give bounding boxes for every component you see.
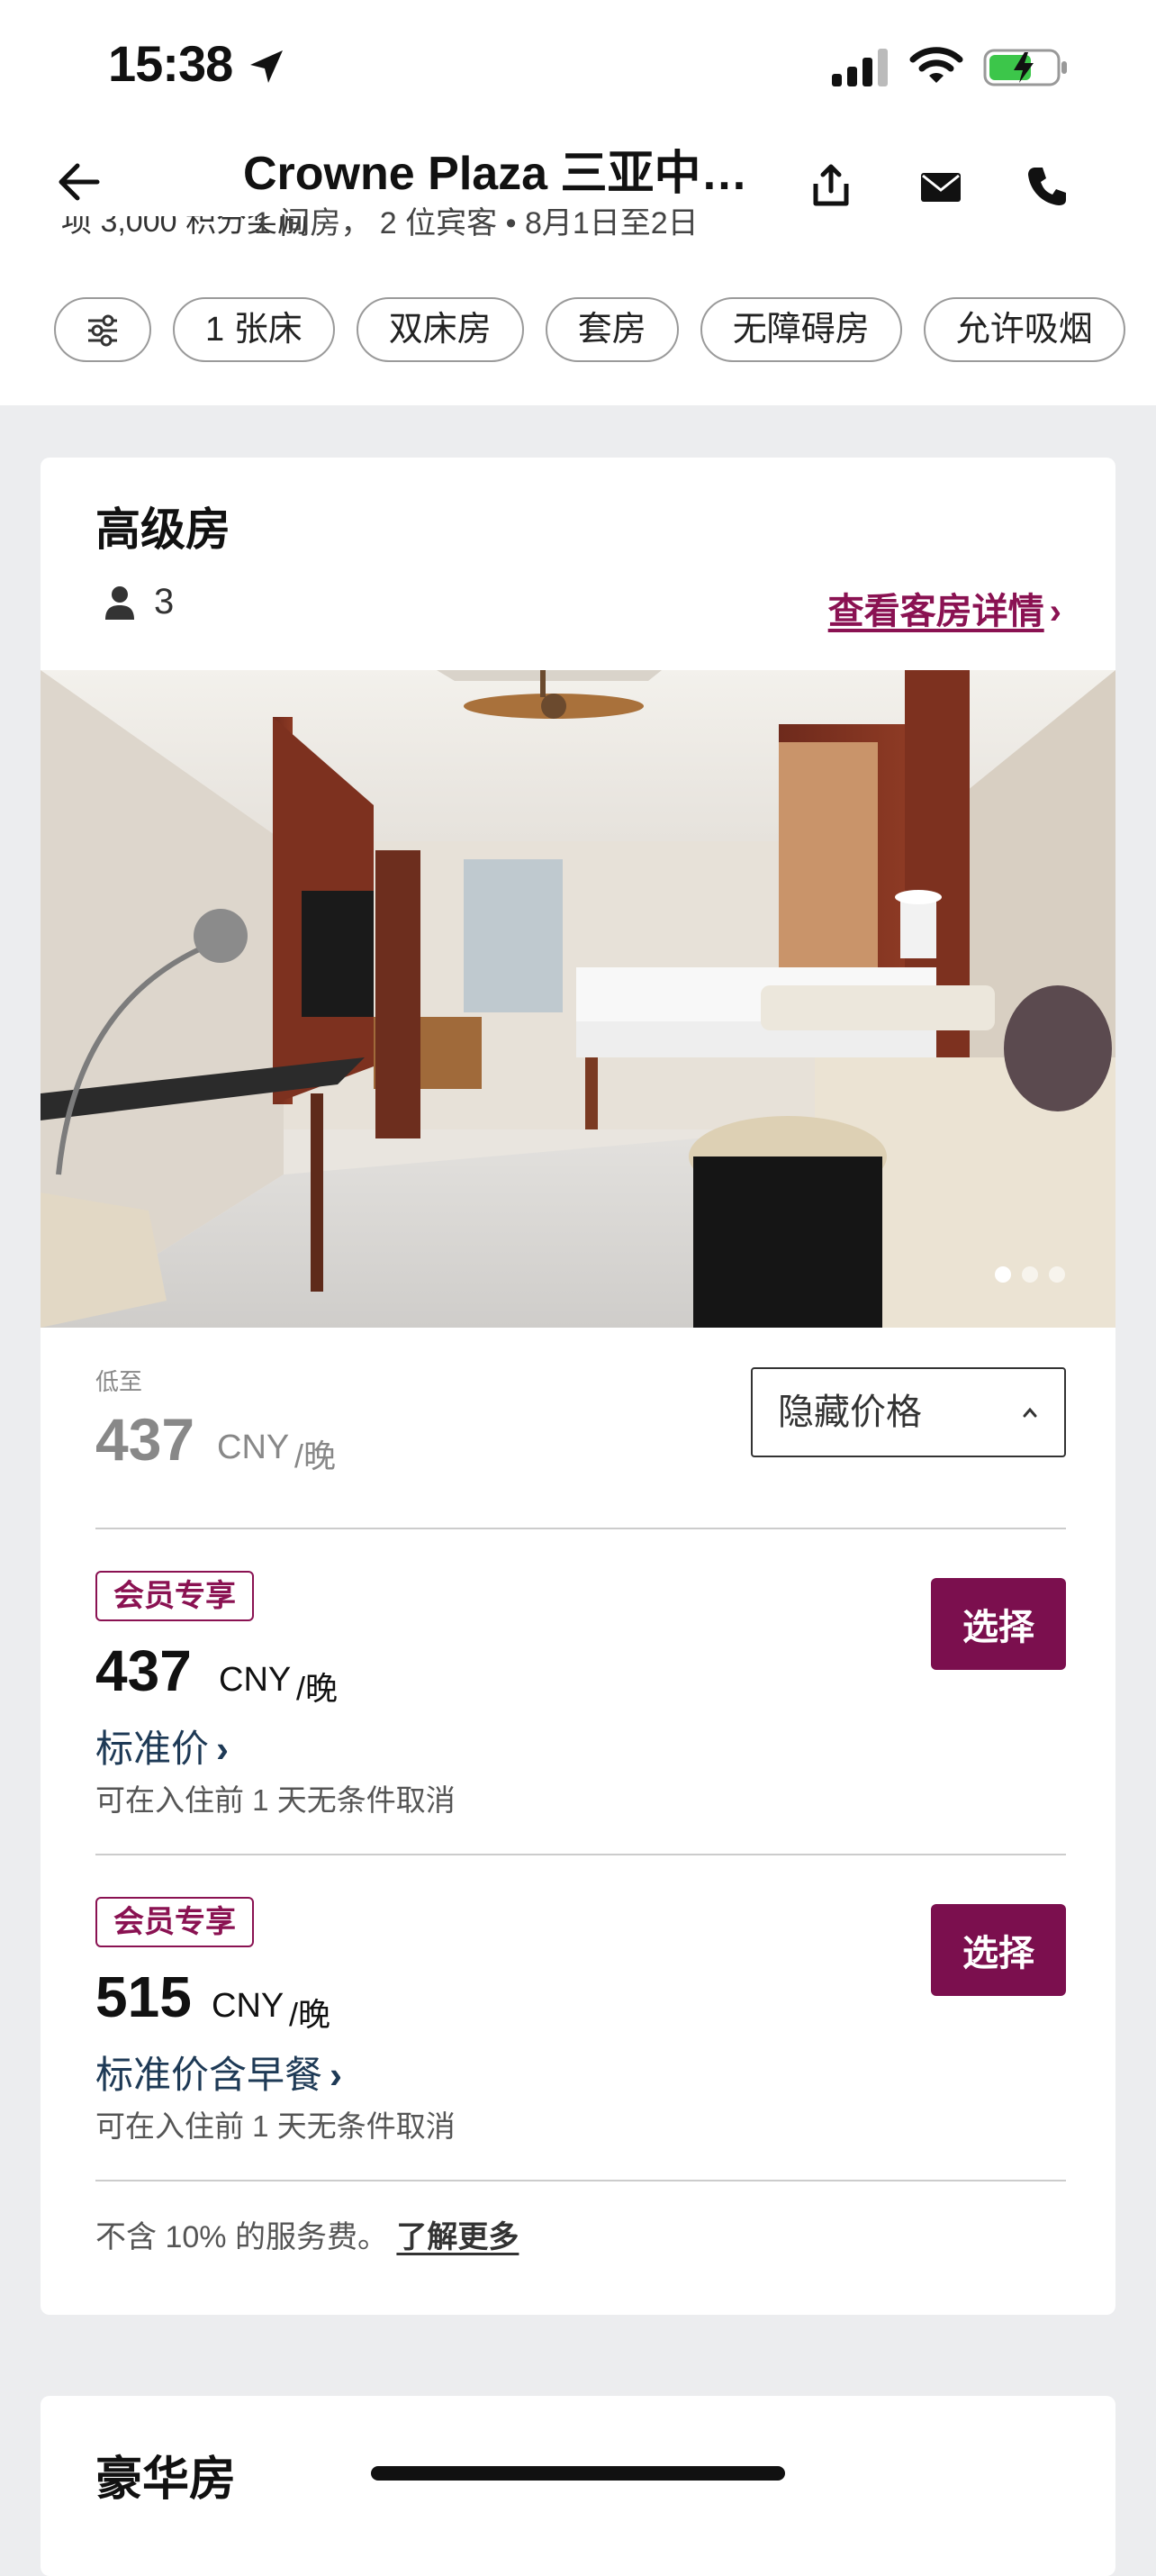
carousel-dot[interactable]: [1022, 1266, 1038, 1283]
room-details-link[interactable]: 查看客房详情 ›: [828, 582, 1061, 634]
service-fee-note: 不含 10% 的服务费。 了解更多: [95, 2212, 519, 2256]
member-exclusive-badge: 会员专享: [95, 1897, 254, 1947]
room-name: 豪华房: [95, 2454, 237, 2506]
hide-price-button[interactable]: 隐藏价格: [751, 1367, 1066, 1457]
learn-more-link[interactable]: 了解更多: [396, 2220, 519, 2254]
carousel-dots[interactable]: [995, 1266, 1076, 1287]
battery-charging-icon: [983, 49, 1067, 86]
rate-per-night: /晚: [296, 1670, 339, 1707]
hotel-title: Crowne Plaza 三亚中…: [243, 148, 748, 200]
member-exclusive-badge: 会员专享: [95, 1571, 254, 1621]
rate-price: 437: [95, 1638, 192, 1703]
rate-per-night: /晚: [289, 1996, 331, 2033]
divider: [95, 1528, 1066, 1529]
chevron-right-icon: ›: [216, 1728, 230, 1770]
rate-name-link[interactable]: 标准价含早餐 ›: [95, 2045, 342, 2100]
divider: [95, 2180, 1066, 2181]
guest-count: 3: [154, 582, 175, 621]
cancellation-policy: 可在入住前 1 天无条件取消: [95, 1783, 456, 1817]
rate-currency: CNY: [219, 1661, 292, 1699]
rate-currency: CNY: [212, 1987, 284, 2025]
filter-chip-smoking[interactable]: 允许吸烟: [923, 297, 1125, 362]
room-card: 高级房 3 查看客房详情 › 低至 437 CNY /晚 隐藏价格 会员专享 4…: [41, 458, 1115, 2315]
divider: [95, 1854, 1066, 1855]
person-icon: [105, 586, 134, 620]
from-currency: CNY: [217, 1429, 290, 1466]
carousel-dot[interactable]: [1049, 1266, 1065, 1283]
chevron-right-icon: ›: [330, 2054, 343, 2096]
wifi-icon: [909, 47, 963, 83]
from-price: 437: [95, 1406, 195, 1473]
from-per-night: /晚: [294, 1438, 337, 1474]
select-rate-button[interactable]: 选择: [931, 1904, 1066, 1996]
sliders-icon: [88, 314, 117, 347]
cellular-signal-icon: [832, 49, 888, 86]
stay-summary: 1 间房， 2 位宾客 • 8月1日至2日: [254, 206, 699, 240]
mail-icon[interactable]: [918, 168, 963, 207]
hide-price-label: 隐藏价格: [778, 1392, 922, 1432]
room-card-next: 豪华房: [41, 2396, 1115, 2576]
chevron-right-icon: ›: [1049, 592, 1061, 631]
filter-chip-suite[interactable]: 套房: [545, 297, 679, 362]
filter-chip-row: 1 张床 双床房 套房 无障碍房 允许吸烟: [54, 297, 1156, 366]
status-bar: 15:38: [0, 0, 1156, 135]
location-arrow-icon: [250, 50, 283, 83]
rate-price: 515: [95, 1964, 192, 2029]
filter-chip-accessible[interactable]: 无障碍房: [700, 297, 902, 362]
share-icon[interactable]: [807, 162, 855, 211]
cancellation-policy: 可在入住前 1 天无条件取消: [95, 2109, 456, 2143]
status-time: 15:38: [108, 35, 233, 92]
carousel-dot[interactable]: [995, 1266, 1011, 1283]
from-label: 低至: [95, 1368, 143, 1395]
rate-name-link[interactable]: 标准价 ›: [95, 1719, 229, 1773]
select-rate-button[interactable]: 选择: [931, 1578, 1066, 1670]
chevron-up-icon: [1023, 1407, 1037, 1418]
filter-chip-twin[interactable]: 双床房: [356, 297, 524, 362]
room-name: 高级房: [95, 504, 230, 555]
home-indicator[interactable]: [371, 2466, 785, 2481]
filter-settings-button[interactable]: [54, 297, 151, 362]
filter-chip-one-bed[interactable]: 1 张床: [173, 297, 335, 362]
phone-icon[interactable]: [1025, 164, 1070, 209]
room-photo[interactable]: [41, 670, 1115, 1328]
service-fee-text: 不含 10% 的服务费。: [95, 2220, 388, 2254]
room-photo-illustration: [41, 670, 1115, 1328]
back-arrow-icon[interactable]: [52, 155, 106, 209]
